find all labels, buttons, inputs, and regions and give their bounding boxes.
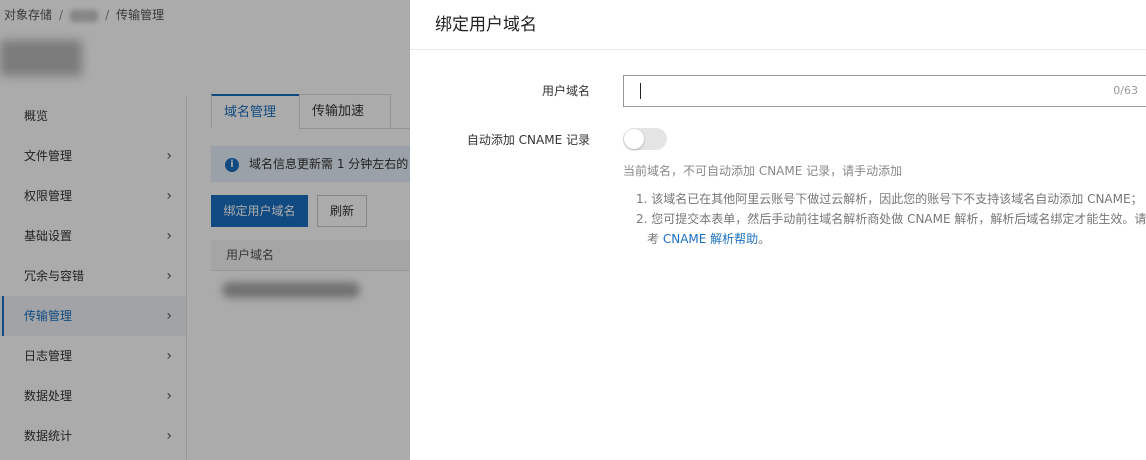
drawer-title: 绑定用户域名 — [435, 15, 537, 35]
cname-help-link[interactable]: CNAME 解析帮助 — [663, 232, 758, 246]
text-caret — [640, 83, 641, 99]
reason-1: 1. 该域名已在其他阿里云账号下做过云解析，因此您的账号下不支持该域名自动添加 … — [636, 192, 1143, 206]
divider — [410, 49, 1146, 50]
reason-2-continued: 考 CNAME 解析帮助。 — [647, 232, 771, 246]
char-counter: 0/63 — [1113, 84, 1138, 97]
cname-reasons: 1. 该域名已在其他阿里云账号下做过云解析，因此您的账号下不支持该域名自动添加 … — [636, 189, 1146, 249]
domain-input[interactable]: 0/63 — [623, 75, 1146, 107]
bind-domain-drawer: 绑定用户域名 用户域名 0/63 自动添加 CNAME 记录 当前域名，不可自动… — [410, 0, 1146, 460]
cname-label: 自动添加 CNAME 记录 — [466, 133, 590, 147]
cname-toggle[interactable] — [623, 128, 667, 150]
modal-overlay[interactable] — [0, 0, 410, 460]
cname-hint: 当前域名，不可自动添加 CNAME 记录，请手动添加 — [623, 164, 903, 178]
domain-label: 用户域名 — [541, 84, 590, 98]
reason-2: 2. 您可提交本表单，然后手动前往域名解析商处做 CNAME 解析，解析后域名绑… — [636, 212, 1146, 226]
toggle-knob — [624, 129, 644, 149]
